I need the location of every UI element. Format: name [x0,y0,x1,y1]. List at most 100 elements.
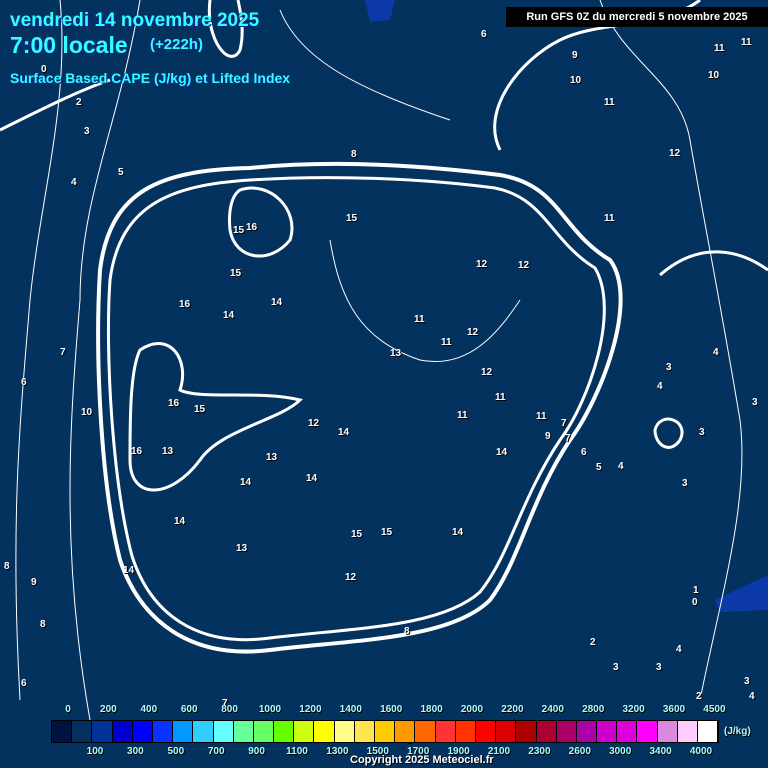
contour-label: 4 [749,691,755,702]
contour-label: 3 [752,397,758,408]
legend-swatch [354,721,375,742]
legend-swatch [475,721,497,742]
legend-tick-label: 300 [127,746,144,757]
contour-label: 11 [604,97,615,108]
contour-label: 14 [174,516,186,527]
legend-tick-label: 800 [221,704,238,715]
contour-label: 14 [496,447,508,458]
legend-swatch [294,721,315,742]
legend-swatch [334,721,355,742]
contour-label: 2 [696,691,702,702]
contour-label: 12 [669,148,681,159]
legend-swatch [496,721,517,742]
contour-label: 6 [21,678,27,689]
lead-time: (+222h) [150,36,203,53]
contour-label: 11 [741,37,752,48]
contour-label: 12 [308,418,320,429]
legend-swatch [698,721,719,742]
legend-swatch [92,721,113,742]
run-info: Run GFS 0Z du mercredi 5 novembre 2025 [506,7,768,27]
parameter-title: Surface Based CAPE (J/kg) et Lifted Inde… [10,70,291,86]
legend-swatch [617,721,638,742]
contour-line-thick [128,342,303,492]
legend-tick-label: 1200 [299,704,322,715]
contour-label: 11 [604,213,615,224]
legend-tick-label: 700 [207,746,225,757]
contour-label: 1 [693,585,699,596]
contour-line-thick [106,176,606,642]
contour-label: 14 [338,427,350,438]
contour-label: 15 [381,527,393,538]
legend-swatch [556,721,577,742]
contour-label: 10 [570,75,582,86]
contour-label: 13 [162,446,174,457]
contour-label: 11 [441,337,452,348]
contour-label: 11 [714,43,725,54]
legend-swatch [274,721,295,742]
legend-tick-label: 3600 [662,704,686,715]
contour-label: 14 [452,527,464,538]
contour-label: 2 [76,97,82,108]
contour-label: 11 [414,314,425,325]
legend-tick-label: 3200 [622,704,645,715]
legend-swatch [173,721,194,742]
legend-tick-label: 1600 [380,704,403,715]
contour-label: 5 [596,462,602,473]
contour-line [15,0,743,721]
contour-label: 12 [467,327,479,338]
contour-label: 11 [457,410,468,421]
forecast-date: vendredi 14 novembre 2025 [10,10,260,31]
legend-tick-label: 900 [248,746,265,757]
contour-label: 13 [390,348,402,359]
contour-label: 9 [545,431,551,442]
contour-label: 3 [699,427,705,438]
legend-tick-label: 3000 [609,746,632,757]
legend-tick-label: 1800 [420,704,443,715]
contour-label: 16 [179,299,191,310]
contour-label: 6 [21,377,27,388]
legend-tick-label: 2300 [528,746,551,757]
cape-patch [365,0,768,612]
contour-label: 12 [345,572,357,583]
legend-tick-label: 0 [65,704,71,715]
contour-label: 3 [613,662,619,673]
contour-label: 3 [744,676,750,687]
legend-swatch [314,721,335,742]
contour-label: 15 [230,268,242,279]
legend-swatch [193,721,214,742]
contour-label: 10 [81,407,93,418]
contour-label: 5 [118,167,124,178]
contour-label: 3 [666,362,672,373]
contour-label: 6 [581,447,587,458]
contour-label: 8 [351,149,357,160]
contour-label: 9 [572,50,578,61]
contour-label: 13 [266,452,278,463]
legend-tick-label: 1000 [258,704,282,715]
contour-label: 15 [194,404,206,415]
contour-label: 8 [4,561,10,572]
legend-swatch [132,721,153,742]
contour-label: 14 [240,477,252,488]
legend-tick-label: 400 [140,704,158,715]
legend-tick-label: 2200 [501,704,524,715]
contour-label: 9 [31,577,37,588]
legend-tick-label: 1300 [326,746,349,757]
contour-label: 7 [565,433,571,444]
contour-label: 15 [346,213,358,224]
copyright: Copyright 2025 Meteociel.fr [350,754,494,766]
legend-swatch [435,721,456,742]
legend-swatch [112,721,133,742]
contour-label: 6 [481,29,487,40]
contour-label: 4 [657,381,663,392]
contour-label: 11 [536,411,547,422]
legend-tick-label: 100 [86,746,104,757]
cape-map [0,0,768,721]
legend-tick-label: 500 [167,746,185,757]
contour-label: 11 [495,392,506,403]
legend-swatch [455,721,476,742]
legend-tick-label: 4500 [703,704,726,715]
legend-swatch [637,721,658,742]
legend-swatch [516,721,537,742]
contour-label: 16 [246,222,258,233]
legend-tick-label: 600 [180,704,198,715]
